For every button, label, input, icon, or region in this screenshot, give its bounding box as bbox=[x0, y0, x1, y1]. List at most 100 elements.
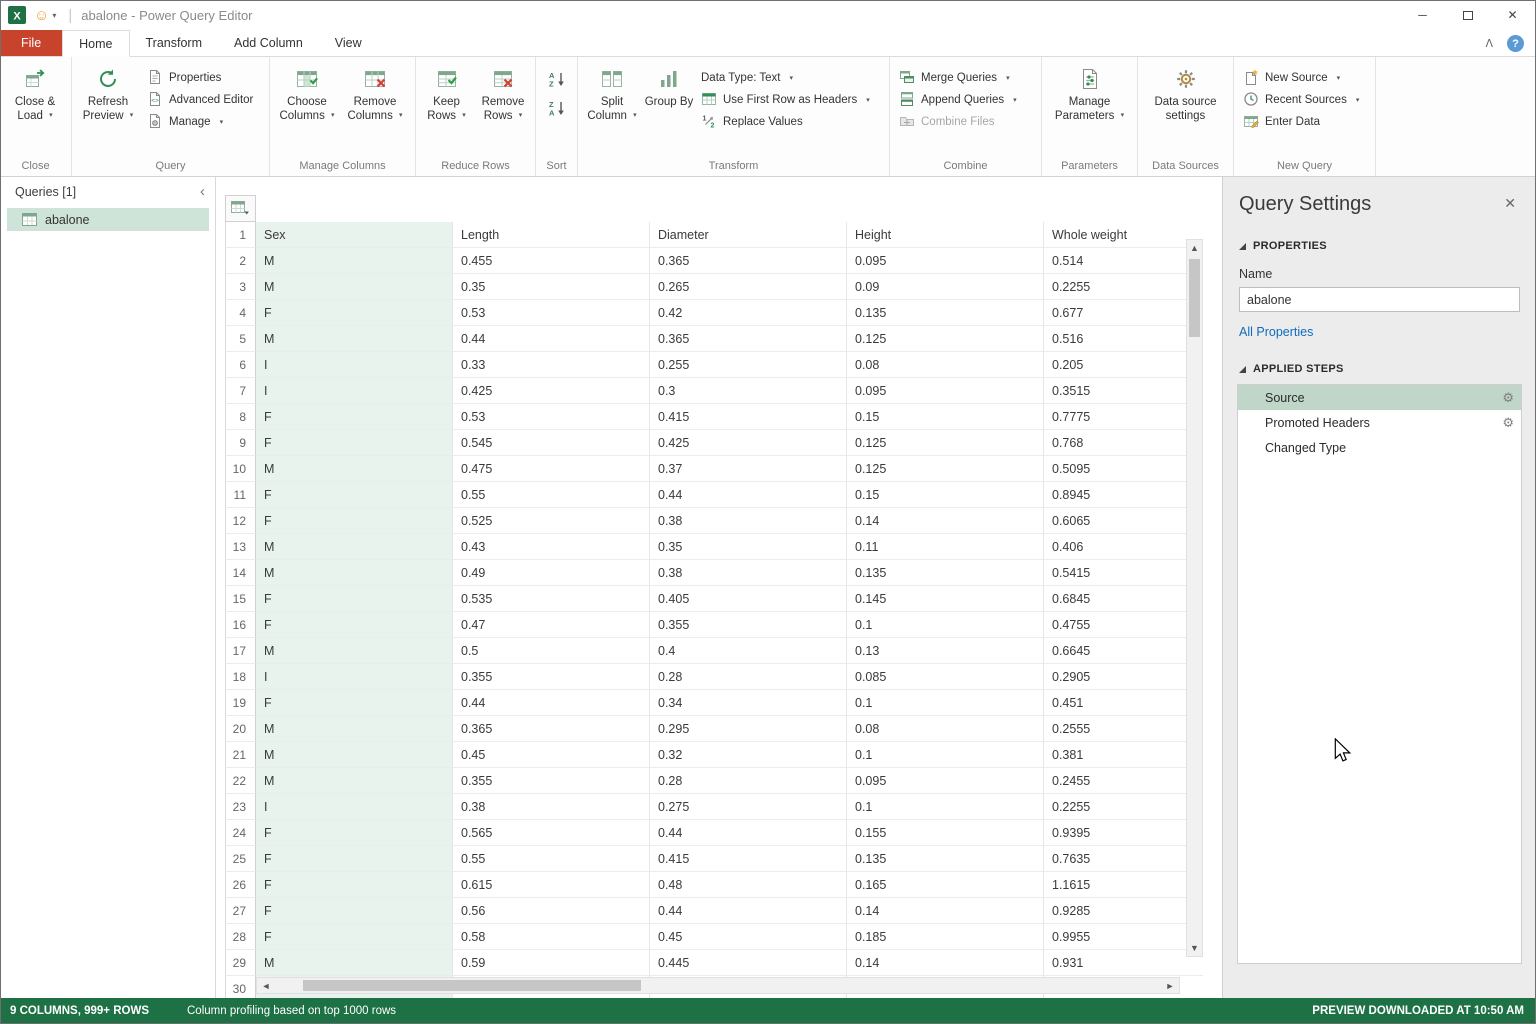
table-cell[interactable]: 0.135 bbox=[847, 560, 1044, 586]
table-cell[interactable]: 0.135 bbox=[847, 300, 1044, 326]
table-cell[interactable]: F bbox=[256, 924, 453, 950]
group-by-button[interactable]: Group By bbox=[643, 62, 695, 109]
table-cell[interactable]: M bbox=[256, 560, 453, 586]
close-and-load-button[interactable]: Close & Load ▾ bbox=[3, 62, 67, 124]
table-cell[interactable]: 0.35 bbox=[650, 534, 847, 560]
table-cell[interactable]: 0.14 bbox=[847, 950, 1044, 976]
row-number[interactable]: 9 bbox=[225, 430, 256, 456]
table-cell[interactable]: 0.56 bbox=[453, 898, 650, 924]
table-cell[interactable]: 0.11 bbox=[847, 534, 1044, 560]
table-cell[interactable]: F bbox=[256, 508, 453, 534]
table-cell[interactable]: 0.28 bbox=[650, 768, 847, 794]
table-cell[interactable]: F bbox=[256, 872, 453, 898]
table-cell[interactable]: 0.135 bbox=[847, 846, 1044, 872]
minimize-button[interactable]: ─ bbox=[1400, 1, 1445, 29]
table-cell[interactable]: 0.44 bbox=[453, 690, 650, 716]
table-cell[interactable]: I bbox=[256, 794, 453, 820]
table-cell[interactable]: 0.38 bbox=[453, 794, 650, 820]
feedback-smiley-icon[interactable]: ☺ bbox=[34, 7, 49, 24]
scroll-left-icon[interactable]: ◄ bbox=[257, 981, 275, 991]
table-cell[interactable]: 0.295 bbox=[650, 716, 847, 742]
table-cell[interactable]: F bbox=[256, 482, 453, 508]
table-cell[interactable]: 0.125 bbox=[847, 430, 1044, 456]
table-cell[interactable]: 0.15 bbox=[847, 404, 1044, 430]
table-cell[interactable]: M bbox=[256, 248, 453, 274]
table-cell[interactable]: M bbox=[256, 768, 453, 794]
table-cell[interactable]: F bbox=[256, 430, 453, 456]
table-cell[interactable]: 0.14 bbox=[847, 898, 1044, 924]
table-cell[interactable]: Length bbox=[453, 222, 650, 248]
table-cell[interactable]: 0.38 bbox=[650, 508, 847, 534]
table-cell[interactable]: 0.08 bbox=[847, 716, 1044, 742]
table-cell[interactable]: 0.32 bbox=[650, 742, 847, 768]
remove-rows-button[interactable]: Remove Rows ▾ bbox=[474, 62, 532, 124]
scroll-right-icon[interactable]: ► bbox=[1161, 981, 1179, 991]
row-number[interactable]: 16 bbox=[225, 612, 256, 638]
table-cell[interactable]: 0.405 bbox=[650, 586, 847, 612]
row-number[interactable]: 8 bbox=[225, 404, 256, 430]
row-number[interactable]: 18 bbox=[225, 664, 256, 690]
table-cell[interactable]: 0.15 bbox=[847, 482, 1044, 508]
recent-sources-button[interactable]: Recent Sources ▾ bbox=[1237, 89, 1365, 111]
data-source-settings-button[interactable]: Data source settings bbox=[1145, 62, 1227, 124]
sort-ascending-button[interactable]: AZ bbox=[548, 70, 566, 91]
quick-access-caret-icon[interactable]: ▾ bbox=[52, 11, 56, 20]
choose-columns-button[interactable]: Choose Columns ▾ bbox=[273, 62, 341, 124]
sort-descending-button[interactable]: ZA bbox=[548, 99, 566, 120]
collapse-ribbon-icon[interactable]: ᐱ bbox=[1485, 37, 1493, 50]
data-type-button[interactable]: Data Type: Text ▾ bbox=[695, 67, 876, 89]
table-cell[interactable]: Height bbox=[847, 222, 1044, 248]
row-number[interactable]: 12 bbox=[225, 508, 256, 534]
table-cell[interactable]: 0.1 bbox=[847, 742, 1044, 768]
row-number[interactable]: 15 bbox=[225, 586, 256, 612]
table-cell[interactable]: 0.44 bbox=[650, 482, 847, 508]
step-settings-gear-icon[interactable]: ⚙ bbox=[1502, 391, 1514, 404]
table-cell[interactable]: 0.13 bbox=[847, 638, 1044, 664]
table-cell[interactable]: 0.44 bbox=[650, 820, 847, 846]
table-cell[interactable]: 0.55 bbox=[453, 846, 650, 872]
table-cell[interactable]: 0.565 bbox=[453, 820, 650, 846]
table-cell[interactable]: 0.08 bbox=[847, 352, 1044, 378]
table-cell[interactable]: I bbox=[256, 664, 453, 690]
table-cell[interactable]: 0.425 bbox=[453, 378, 650, 404]
table-cell[interactable]: M bbox=[256, 534, 453, 560]
row-number[interactable]: 2 bbox=[225, 248, 256, 274]
table-cell[interactable]: 0.125 bbox=[847, 456, 1044, 482]
tab-home[interactable]: Home bbox=[62, 30, 129, 57]
row-number[interactable]: 10 bbox=[225, 456, 256, 482]
applied-step[interactable]: Source ⚙ bbox=[1238, 385, 1521, 410]
table-cell[interactable]: 0.4 bbox=[650, 638, 847, 664]
split-column-button[interactable]: Split Column ▾ bbox=[581, 62, 643, 124]
table-cell[interactable]: 0.535 bbox=[453, 586, 650, 612]
table-cell[interactable]: M bbox=[256, 950, 453, 976]
row-number[interactable]: 19 bbox=[225, 690, 256, 716]
table-cell[interactable]: 0.095 bbox=[847, 378, 1044, 404]
query-list-item-abalone[interactable]: abalone bbox=[7, 208, 209, 231]
row-number[interactable]: 22 bbox=[225, 768, 256, 794]
table-cell[interactable]: I bbox=[256, 378, 453, 404]
refresh-preview-button[interactable]: Refresh Preview ▾ bbox=[75, 62, 141, 124]
table-cell[interactable]: 0.45 bbox=[650, 924, 847, 950]
row-number[interactable]: 11 bbox=[225, 482, 256, 508]
table-cell[interactable]: F bbox=[256, 300, 453, 326]
tab-file[interactable]: File bbox=[0, 30, 62, 56]
row-number[interactable]: 24 bbox=[225, 820, 256, 846]
table-cell[interactable]: 0.185 bbox=[847, 924, 1044, 950]
collapse-panel-chevron-icon[interactable]: ‹ bbox=[200, 187, 205, 197]
row-number[interactable]: 4 bbox=[225, 300, 256, 326]
table-cell[interactable]: 0.37 bbox=[650, 456, 847, 482]
vertical-scrollbar[interactable]: ▲ ▼ bbox=[1186, 239, 1203, 957]
table-cell[interactable]: 0.5 bbox=[453, 638, 650, 664]
table-cell[interactable]: 0.1 bbox=[847, 794, 1044, 820]
table-cell[interactable]: M bbox=[256, 456, 453, 482]
remove-columns-button[interactable]: Remove Columns ▾ bbox=[341, 62, 409, 124]
table-cell[interactable]: M bbox=[256, 326, 453, 352]
row-number[interactable]: 29 bbox=[225, 950, 256, 976]
query-settings-close-icon[interactable]: ✕ bbox=[1500, 193, 1520, 214]
table-cell[interactable]: 0.43 bbox=[453, 534, 650, 560]
merge-queries-button[interactable]: Merge Queries ▾ bbox=[893, 67, 1023, 89]
close-button[interactable]: ✕ bbox=[1490, 1, 1535, 29]
table-cell[interactable]: 0.125 bbox=[847, 326, 1044, 352]
table-cell[interactable]: 0.3 bbox=[650, 378, 847, 404]
row-number[interactable]: 5 bbox=[225, 326, 256, 352]
